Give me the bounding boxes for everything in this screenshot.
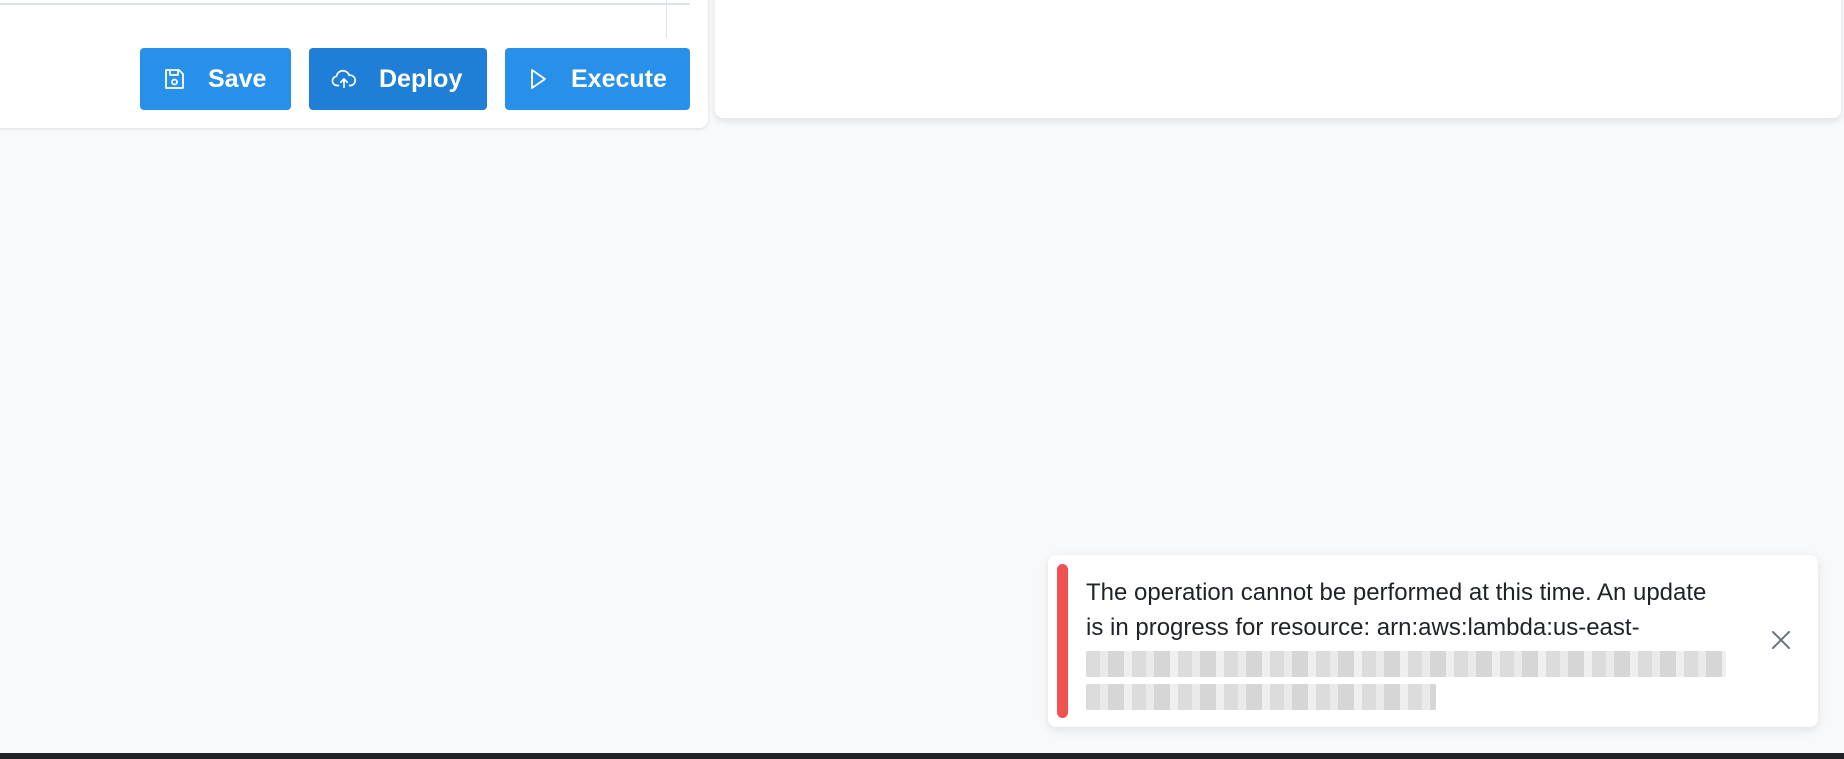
redacted-line: [1086, 651, 1726, 677]
floppy-disk-icon: [162, 66, 186, 92]
editor-scrollbar[interactable]: [666, 0, 667, 38]
close-icon: [1770, 629, 1792, 656]
toast-close-button[interactable]: [1768, 629, 1794, 655]
execute-button-label: Execute: [571, 64, 667, 93]
app-page: Save Deploy Execute The operation cannot…: [0, 0, 1844, 759]
deploy-button[interactable]: Deploy: [309, 48, 487, 110]
code-editor[interactable]: [0, 0, 690, 5]
window-bottom-edge: [0, 753, 1844, 759]
deploy-button-label: Deploy: [379, 64, 463, 93]
code-editor-panel: Save Deploy Execute: [0, 0, 708, 128]
editor-toolbar: Save Deploy Execute: [140, 48, 690, 110]
play-icon: [527, 66, 549, 92]
redacted-text: [1086, 651, 1736, 710]
toast-message-line2: is in progress for resource: arn:aws:lam…: [1086, 614, 1640, 641]
output-panel: [715, 0, 1841, 118]
execute-button[interactable]: Execute: [505, 48, 690, 110]
error-toast: The operation cannot be performed at thi…: [1048, 555, 1818, 727]
save-button[interactable]: Save: [140, 48, 291, 110]
toast-message: The operation cannot be performed at thi…: [1086, 575, 1736, 717]
toast-message-line1: The operation cannot be performed at thi…: [1086, 579, 1707, 606]
redacted-line: [1086, 684, 1436, 710]
error-indicator-bar: [1057, 564, 1068, 718]
save-button-label: Save: [208, 64, 267, 93]
cloud-upload-icon: [331, 66, 357, 92]
